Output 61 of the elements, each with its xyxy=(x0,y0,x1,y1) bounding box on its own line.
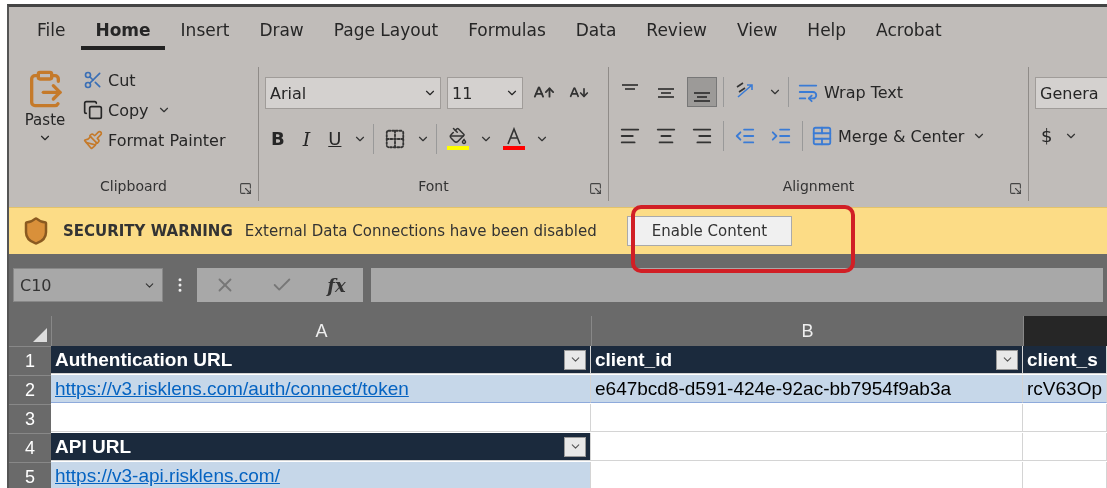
number-format-dropdown[interactable]: Genera xyxy=(1035,77,1107,109)
row-header[interactable]: 5 xyxy=(9,462,51,488)
italic-button[interactable]: I xyxy=(296,125,317,152)
copy-button[interactable]: Copy xyxy=(81,97,151,123)
ribbon-tab[interactable]: Acrobat xyxy=(862,12,956,50)
group-label: Font xyxy=(418,178,449,194)
paste-button[interactable]: Paste xyxy=(15,67,75,175)
dialog-launcher-icon[interactable] xyxy=(239,182,252,195)
dialog-launcher-icon[interactable] xyxy=(589,182,602,195)
select-all-corner[interactable] xyxy=(9,316,51,346)
bold-button[interactable]: B xyxy=(265,126,291,151)
paintbrush-icon xyxy=(83,130,103,150)
column-header[interactable]: B xyxy=(591,316,1023,346)
wrap-text-button[interactable]: Wrap Text xyxy=(795,78,906,106)
group-label: Alignment xyxy=(782,178,855,194)
ribbon-tab[interactable]: Home xyxy=(81,12,165,50)
header-text: client_s xyxy=(1027,348,1098,371)
font-name-dropdown[interactable]: Arial xyxy=(265,77,441,109)
filter-button[interactable] xyxy=(996,349,1018,370)
cut-button[interactable]: Cut xyxy=(81,67,228,93)
cell-text: rcV63Op xyxy=(1027,377,1102,400)
enable-content-button[interactable]: Enable Content xyxy=(626,216,793,246)
header-text: client_id xyxy=(595,348,673,371)
ribbon-tab[interactable]: Data xyxy=(561,12,631,50)
scissors-icon xyxy=(83,70,103,90)
cell-link[interactable]: https://v3-api.risklens.com/ xyxy=(55,464,280,487)
name-box[interactable]: C10 xyxy=(13,268,163,302)
ribbon-tab[interactable]: Review xyxy=(632,12,721,50)
ribbon-tab[interactable]: File xyxy=(23,12,80,50)
merge-cells-icon xyxy=(811,125,833,147)
row-header[interactable]: 3 xyxy=(9,404,51,433)
merge-center-button[interactable]: Merge & Center xyxy=(809,122,967,150)
filter-button[interactable] xyxy=(564,349,586,370)
filter-button[interactable] xyxy=(564,436,586,457)
header-text: Authentication URL xyxy=(55,348,233,371)
dialog-launcher-icon[interactable] xyxy=(1009,182,1022,195)
group-label: Clipboard xyxy=(100,178,167,194)
ribbon-tab[interactable]: Formulas xyxy=(454,12,560,50)
underline-button[interactable]: U xyxy=(322,126,348,151)
ribbon-tab[interactable]: View xyxy=(723,12,792,50)
row-header[interactable]: 2 xyxy=(9,375,51,404)
ribbon-tab[interactable]: Page Layout xyxy=(319,12,453,50)
warning-title: SECURITY WARNING xyxy=(63,222,233,240)
insert-function-button[interactable]: fx xyxy=(327,274,346,296)
format-painter-button[interactable]: Format Painter xyxy=(81,127,228,153)
header-text: API URL xyxy=(55,435,131,458)
formula-input[interactable] xyxy=(371,268,1103,302)
row-header[interactable]: 4 xyxy=(9,433,51,462)
currency-button[interactable]: $ xyxy=(1035,123,1059,148)
column-header[interactable]: A xyxy=(51,316,591,346)
row-header[interactable]: 1 xyxy=(9,346,51,375)
bottom-align-icon[interactable] xyxy=(687,77,717,107)
font-size-dropdown[interactable]: 11 xyxy=(447,77,523,109)
triangle-icon xyxy=(33,328,47,342)
cell-text: e647bcd8-d591-424e-92ac-bb7954f9ab3a xyxy=(595,377,952,400)
ribbon-tab[interactable]: Insert xyxy=(166,12,244,50)
ribbon-tab[interactable]: Draw xyxy=(245,12,318,50)
ribbon-tab[interactable]: Help xyxy=(793,12,861,50)
copy-icon xyxy=(83,100,103,120)
cell-link[interactable]: https://v3.risklens.com/auth/connect/token xyxy=(55,377,409,400)
warning-message: External Data Connections have been disabled xyxy=(244,222,597,240)
